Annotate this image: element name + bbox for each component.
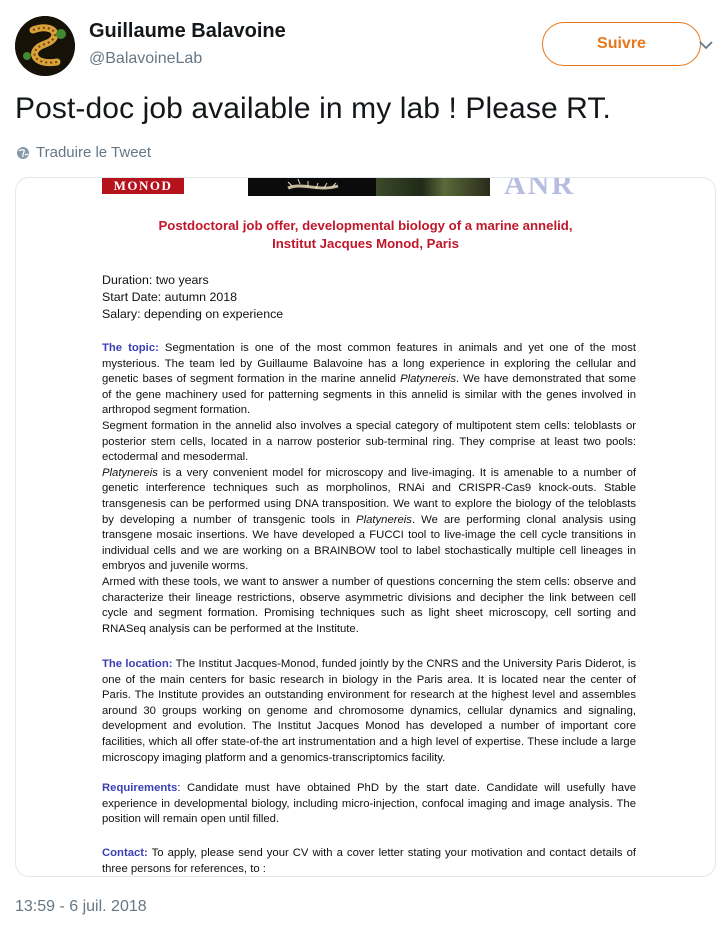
tweet-text: Post-doc job available in my lab ! Pleas… — [15, 92, 611, 125]
start-date-text: Start Date: autumn 2018 — [102, 290, 238, 304]
job-offer-document: MONOD ANR Postdoctoral job offer, develo… — [16, 178, 715, 876]
duration-text: Duration: two years — [102, 273, 209, 287]
contact-paragraph: Contact: To apply, please send your CV w… — [102, 847, 636, 875]
tweet-media-image[interactable]: MONOD ANR Postdoctoral job offer, develo… — [15, 177, 716, 877]
requirements-paragraph: Requirements: Candidate must have obtain… — [102, 782, 636, 826]
document-title-line1: Postdoctoral job offer, developmental bi… — [158, 218, 573, 233]
translate-link[interactable]: Traduire le Tweet — [16, 144, 151, 161]
chevron-down-icon[interactable] — [696, 37, 716, 53]
banner-photo-building — [376, 178, 490, 196]
contact-heading: Contact: — [102, 847, 148, 859]
translate-label[interactable]: Traduire le Tweet — [36, 144, 151, 161]
requirements-heading: Requirements — [102, 782, 178, 794]
banner-photo-worm — [248, 178, 376, 196]
anr-logo: ANR — [504, 177, 575, 201]
salary-text: Salary: depending on experience — [102, 307, 284, 321]
user-handle[interactable]: @BalavoineLab — [89, 50, 202, 68]
monod-logo: MONOD — [102, 178, 184, 194]
location-paragraph: The location: The Institut Jacques-Monod… — [102, 658, 636, 764]
globe-icon — [17, 146, 29, 159]
tweet-timestamp[interactable]: 13:59 - 6 juil. 2018 — [15, 898, 147, 916]
avatar-image — [15, 16, 75, 76]
location-heading: The location: — [102, 658, 173, 670]
follow-button[interactable]: Suivre — [542, 22, 701, 66]
user-name[interactable]: Guillaume Balavoine — [89, 20, 286, 43]
topic-heading: The topic: — [102, 342, 159, 354]
avatar[interactable] — [15, 16, 75, 76]
document-title-line2: Institut Jacques Monod, Paris — [272, 236, 459, 251]
topic-paragraph: The topic: Segmentation is one of the mo… — [102, 342, 636, 635]
